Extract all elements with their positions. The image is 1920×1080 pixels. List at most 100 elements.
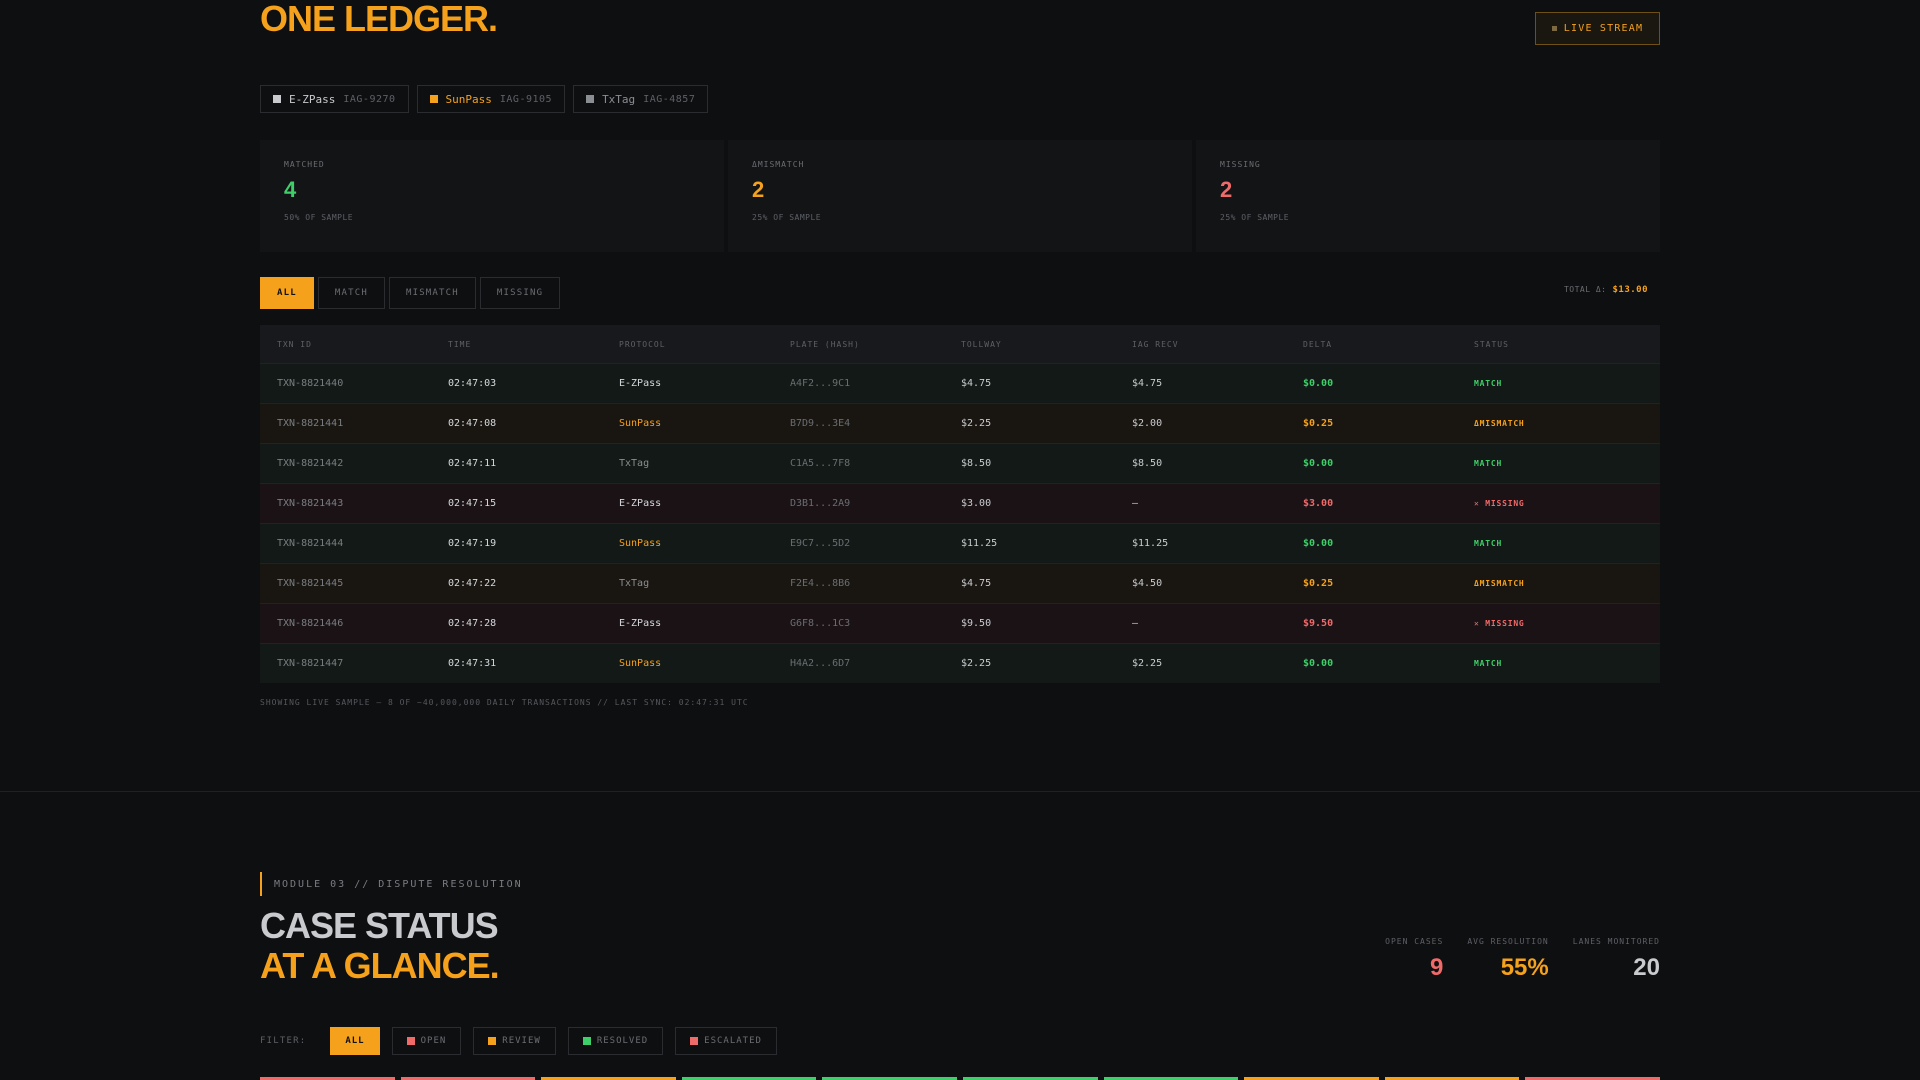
cell-iag-recv: $4.50	[1132, 578, 1163, 589]
cell-iag-recv: $2.00	[1132, 418, 1163, 429]
section-divider	[0, 791, 1920, 792]
cell-status: ✕ MISSING	[1474, 499, 1525, 508]
cell-plate: B7D9...3E4	[790, 418, 851, 429]
case-filter-option-label: RESOLVED	[596, 1036, 649, 1046]
cell-time: 02:47:03	[448, 378, 497, 389]
header-time: TIME	[448, 339, 472, 349]
case-filter-open-button[interactable]: OPEN	[391, 1027, 462, 1055]
cell-time: 02:47:28	[448, 618, 497, 629]
case-filter-resolved-button[interactable]: RESOLVED	[567, 1027, 664, 1055]
metric-open-cases: OPEN CASES 9	[1385, 937, 1443, 982]
case-filter-option-label: OPEN	[420, 1036, 447, 1046]
protocol-name: SunPass	[445, 92, 492, 106]
cell-plate: F2E4...8B6	[790, 578, 851, 589]
stat-sub: 25% OF SAMPLE	[1220, 213, 1290, 222]
stat-value: 2	[1220, 177, 1233, 202]
header-status: STATUS	[1474, 339, 1509, 349]
cell-txn-id: TXN-8821441	[277, 418, 344, 429]
live-stream-button[interactable]: LIVE STREAM	[1535, 12, 1660, 45]
cell-txn-id: TXN-8821440	[277, 378, 344, 389]
table-row[interactable]: TXN-8821445 02:47:22 TxTag F2E4...8B6 $4.75 $…	[260, 563, 1660, 603]
cell-delta: $0.00	[1303, 458, 1334, 469]
cell-delta: $0.25	[1303, 418, 1334, 429]
stat-sub: 25% OF SAMPLE	[752, 213, 822, 222]
cell-iag-recv: —	[1132, 618, 1139, 629]
stat-label: ΔMISMATCH	[752, 160, 805, 169]
live-stream-label: LIVE STREAM	[1563, 23, 1644, 34]
case-filter-all-button[interactable]: ALL	[330, 1027, 380, 1055]
header-iag-recv: IAG RECV	[1132, 339, 1179, 349]
cell-plate: C1A5...7F8	[790, 458, 851, 469]
transactions-table: TXN ID TIME PROTOCOL PLATE (HASH) TOLLWA…	[260, 325, 1660, 683]
table-header: TXN ID TIME PROTOCOL PLATE (HASH) TOLLWA…	[260, 325, 1660, 363]
stat-missing: MISSING 2 25% OF SAMPLE	[1196, 140, 1660, 252]
status-filter: ALL MATCH MISMATCH MISSING	[260, 277, 561, 309]
cell-time: 02:47:19	[448, 538, 497, 549]
cell-txn-id: TXN-8821442	[277, 458, 344, 469]
cell-plate: H4A2...6D7	[790, 658, 851, 669]
cell-time: 02:47:22	[448, 578, 497, 589]
case-metrics: OPEN CASES 9 AVG RESOLUTION 55% LANES MO…	[1385, 937, 1660, 982]
protocol-tab-ezpass[interactable]: E-ZPass IAG-9270	[260, 85, 409, 113]
cell-iag-recv: $2.25	[1132, 658, 1163, 669]
filter-missing-button[interactable]: MISSING	[479, 277, 561, 309]
sample-footnote: SHOWING LIVE SAMPLE — 8 OF ~40,000,000 D…	[260, 698, 749, 707]
case-title-line1: CASE STATUS	[260, 905, 499, 946]
cell-tollway: $2.25	[961, 418, 992, 429]
cell-delta: $0.00	[1303, 378, 1334, 389]
case-title: CASE STATUS AT A GLANCE.	[260, 905, 500, 986]
cell-protocol: SunPass	[619, 658, 662, 669]
cell-plate: A4F2...9C1	[790, 378, 851, 389]
cell-iag-recv: —	[1132, 498, 1139, 509]
cell-status: ΔMISMATCH	[1474, 419, 1525, 428]
table-row[interactable]: TXN-8821441 02:47:08 SunPass B7D9...3E4 $2.2…	[260, 403, 1660, 443]
live-dot-icon	[1551, 26, 1557, 31]
resolved-swatch-icon	[582, 1037, 591, 1045]
case-filter-review-button[interactable]: REVIEW	[473, 1027, 556, 1055]
cell-protocol: E-ZPass	[619, 618, 662, 629]
protocol-swatch-icon	[273, 95, 281, 103]
cell-txn-id: TXN-8821444	[277, 538, 344, 549]
protocol-tab-txtag[interactable]: TxTag IAG-4857	[573, 85, 709, 113]
cell-delta: $0.25	[1303, 578, 1334, 589]
protocol-swatch-icon	[586, 95, 595, 103]
filter-all-button[interactable]: ALL	[260, 277, 314, 309]
protocol-id: IAG-9270	[343, 93, 396, 105]
table-row[interactable]: TXN-8821446 02:47:28 E-ZPass G6F8...1C3 $9.5…	[260, 603, 1660, 643]
cell-tollway: $8.50	[961, 458, 992, 469]
cell-tollway: $3.00	[961, 498, 992, 509]
cell-status: MATCH	[1474, 379, 1503, 388]
protocol-tabs: E-ZPass IAG-9270 SunPass IAG-9105 TxTag …	[260, 85, 709, 113]
cell-iag-recv: $11.25	[1132, 538, 1169, 549]
stat-value: 4	[284, 177, 297, 202]
cell-delta: $9.50	[1303, 618, 1334, 629]
filter-mismatch-button[interactable]: MISMATCH	[388, 277, 476, 309]
cell-status: MATCH	[1474, 659, 1503, 668]
case-filter-option-label: ALL	[345, 1036, 365, 1046]
case-filter-option-label: ESCALATED	[704, 1036, 762, 1046]
table-row[interactable]: TXN-8821443 02:47:15 E-ZPass D3B1...2A9 $3.0…	[260, 483, 1660, 523]
cell-tollway: $11.25	[961, 538, 998, 549]
stat-sub: 50% OF SAMPLE	[284, 213, 354, 222]
metric-lanes-monitored: LANES MONITORED 20	[1573, 937, 1660, 982]
case-filter-escalated-button[interactable]: ESCALATED	[675, 1027, 777, 1055]
case-filter: FILTER: ALL OPEN REVIEW RESOLVED ESCALAT…	[260, 1027, 777, 1055]
header-txn-id: TXN ID	[277, 339, 312, 349]
total-delta-label: TOTAL Δ:	[1563, 285, 1607, 294]
filter-match-button[interactable]: MATCH	[317, 277, 385, 309]
header-tollway: TOLLWAY	[961, 339, 1002, 349]
cell-protocol: E-ZPass	[619, 378, 662, 389]
page-title: ONE LEDGER.	[260, 0, 498, 39]
cell-tollway: $4.75	[961, 578, 992, 589]
cell-plate: E9C7...5D2	[790, 538, 851, 549]
table-row[interactable]: TXN-8821447 02:47:31 SunPass H4A2...6D7 $2.2…	[260, 643, 1660, 683]
table-row[interactable]: TXN-8821442 02:47:11 TxTag C1A5...7F8 $8.50 $…	[260, 443, 1660, 483]
cell-txn-id: TXN-8821446	[277, 618, 344, 629]
table-row[interactable]: TXN-8821444 02:47:19 SunPass E9C7...5D2 $11.…	[260, 523, 1660, 563]
cell-protocol: SunPass	[619, 538, 662, 549]
cell-status: ✕ MISSING	[1474, 619, 1525, 628]
protocol-swatch-icon	[429, 95, 438, 103]
protocol-tab-sunpass[interactable]: SunPass IAG-9105	[416, 85, 566, 113]
table-row[interactable]: TXN-8821440 02:47:03 E-ZPass A4F2...9C1 $4.7…	[260, 363, 1660, 403]
cell-delta: $0.00	[1303, 658, 1334, 669]
